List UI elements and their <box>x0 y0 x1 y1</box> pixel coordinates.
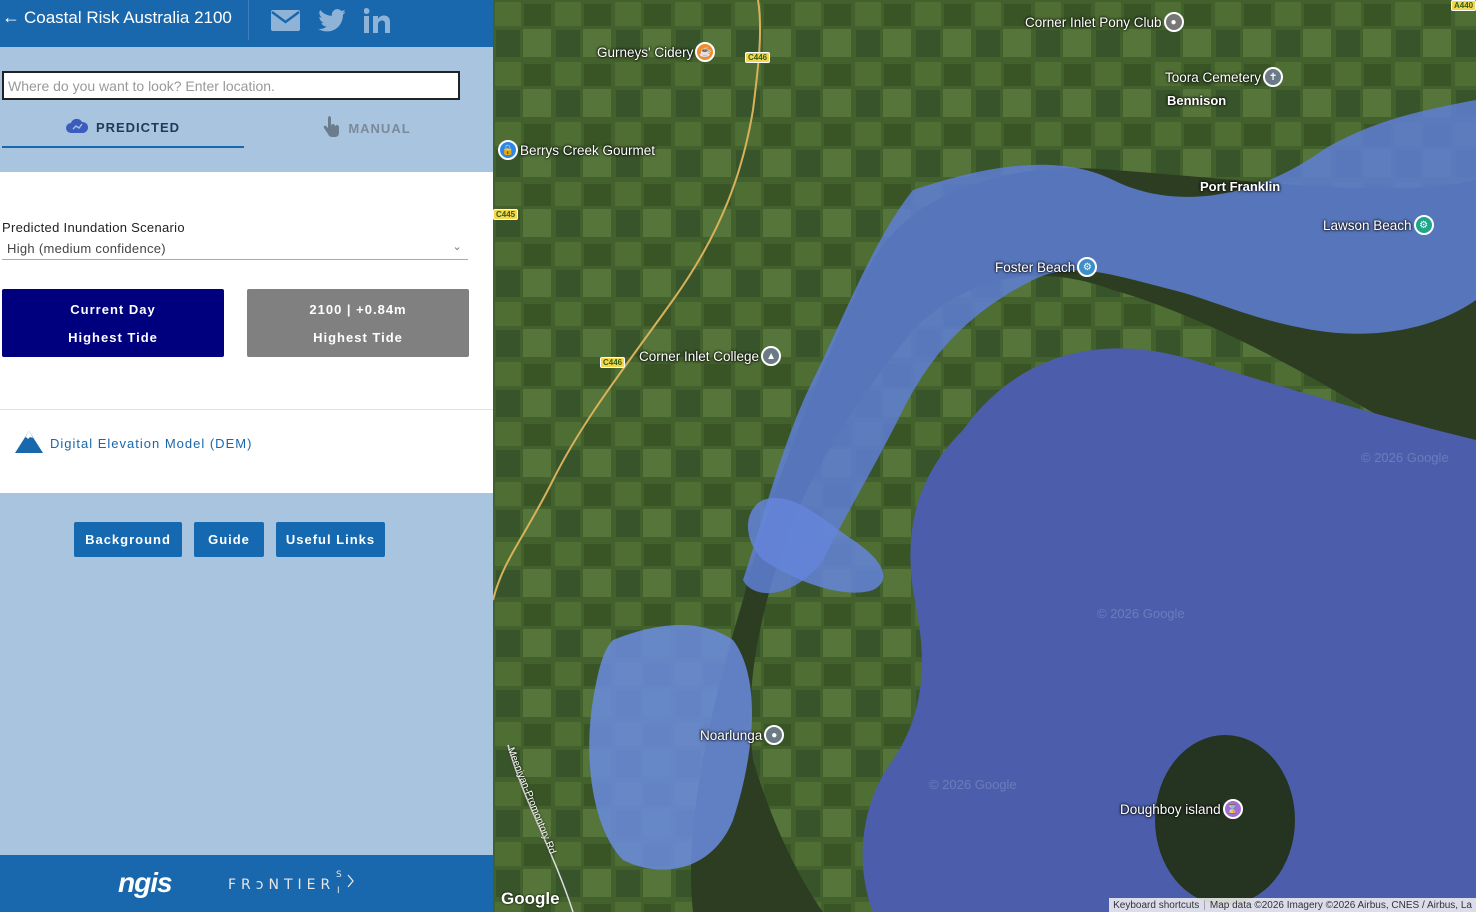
google-logo: Google <box>501 889 560 908</box>
road-shield: C446 <box>600 357 626 368</box>
place-label: Gurneys' Cidery <box>597 44 694 60</box>
twitter-icon[interactable] <box>317 7 347 33</box>
current-day-line2: Highest Tide <box>68 329 158 345</box>
ngis-logo[interactable]: ngis <box>118 867 173 899</box>
place-doughboy-island[interactable]: Doughboy island ⌛ <box>1120 799 1243 819</box>
current-day-line1: Current Day <box>70 301 156 317</box>
place-label: Corner Inlet College <box>639 348 760 364</box>
place-label: Doughboy island <box>1120 801 1221 817</box>
place-gurneys-cidery[interactable]: Gurneys' Cidery ☕ <box>597 42 716 62</box>
guide-button[interactable]: Guide <box>194 522 264 557</box>
frontier-si-mark: SI <box>336 867 358 898</box>
place-label: Toora Cemetery <box>1165 69 1262 85</box>
map-watermark: © 2026 Google <box>929 777 1017 792</box>
app-title: Coastal Risk Australia 2100 <box>24 7 232 27</box>
place-toora-cemetery[interactable]: Toora Cemetery ✝ <box>1165 67 1284 87</box>
header-divider <box>248 0 249 40</box>
pin-icon: ● <box>764 725 785 745</box>
hand-pointer-icon <box>322 115 340 141</box>
background-button[interactable]: Background <box>74 522 182 557</box>
back-arrow-icon[interactable]: ← <box>2 7 20 28</box>
useful-links-button[interactable]: Useful Links <box>276 522 385 557</box>
cider-icon: ☕ <box>695 42 716 62</box>
place-berrys-creek[interactable]: 🔒 Berrys Creek Gourmet <box>498 140 655 160</box>
place-corner-inlet-college[interactable]: Corner Inlet College ▲ <box>639 346 782 366</box>
tab-manual-label: MANUAL <box>348 120 411 136</box>
attribution-separator: | <box>1203 899 1206 911</box>
app-root: ← Coastal Risk Australia 2100 PREDICTED <box>0 0 1476 912</box>
place-label: Lawson Beach <box>1323 217 1412 233</box>
chevron-down-icon: ⌄ <box>452 241 462 253</box>
dem-label: Digital Elevation Model (DEM) <box>50 436 253 451</box>
scenario-selected-value: High (medium confidence) <box>7 241 166 256</box>
sidebar: ← Coastal Risk Australia 2100 PREDICTED <box>0 0 493 912</box>
year-2100-line2: Highest Tide <box>313 329 403 345</box>
cloud-icon <box>65 118 88 137</box>
beach-icon: ⚙ <box>1413 215 1434 235</box>
school-icon: ▲ <box>761 346 782 366</box>
envelope-icon[interactable] <box>270 7 300 33</box>
place-foster-beach[interactable]: Foster Beach ⚙ <box>995 257 1098 277</box>
place-pony-club[interactable]: Corner Inlet Pony Club ● <box>1025 12 1184 32</box>
beach-icon: ⚙ <box>1077 257 1098 277</box>
road-shield: C446 <box>745 52 771 63</box>
town-label: Port Franklin <box>1200 179 1281 194</box>
year-2100-button[interactable]: 2100 | +0.84m Highest Tide <box>247 289 469 357</box>
hourglass-icon: ⌛ <box>1222 799 1243 819</box>
location-search-input[interactable] <box>2 71 460 100</box>
keyboard-shortcuts-link[interactable]: Keyboard shortcuts <box>1113 900 1199 911</box>
tab-manual[interactable]: MANUAL <box>244 108 489 148</box>
road-shield: A440 <box>1451 0 1476 11</box>
cemetery-icon: ✝ <box>1263 67 1284 87</box>
place-lawson-beach[interactable]: Lawson Beach ⚙ <box>1323 215 1434 235</box>
scenario-panel: Predicted Inundation Scenario High (medi… <box>0 172 493 493</box>
map-watermark: © 2026 Google <box>1361 450 1449 465</box>
map-view[interactable]: © 2026 Google © 2026 Google © 2026 Googl… <box>493 0 1476 912</box>
satellite-imagery <box>493 0 1476 912</box>
frontier-si-logo[interactable]: FRɔNTIER <box>228 877 335 893</box>
scenario-select[interactable]: High (medium confidence) ⌄ <box>2 238 468 260</box>
linkedin-icon[interactable] <box>362 7 392 33</box>
svg-text:S: S <box>336 870 342 880</box>
header-bar: ← Coastal Risk Australia 2100 <box>0 0 493 47</box>
road-shield: C445 <box>493 209 519 220</box>
footer: ngis FRɔNTIER SI <box>0 855 493 912</box>
place-label: Berrys Creek Gourmet <box>520 142 656 158</box>
place-noarlunga[interactable]: Noarlunga ● <box>700 725 785 745</box>
map-watermark: © 2026 Google <box>1097 606 1185 621</box>
year-2100-line1: 2100 | +0.84m <box>309 301 407 317</box>
place-label: Foster Beach <box>995 259 1076 275</box>
tab-predicted[interactable]: PREDICTED <box>2 108 244 148</box>
town-label: Bennison <box>1167 93 1227 108</box>
current-day-button[interactable]: Current Day Highest Tide <box>2 289 224 357</box>
panel-divider <box>0 409 493 410</box>
pin-icon: ● <box>1163 12 1184 32</box>
scenario-label: Predicted Inundation Scenario <box>2 220 185 235</box>
tab-predicted-label: PREDICTED <box>95 119 181 135</box>
place-label: Noarlunga <box>700 727 763 743</box>
mountain-icon <box>14 430 44 457</box>
back-link[interactable]: ← Coastal Risk Australia 2100 <box>2 7 232 28</box>
place-label: Corner Inlet Pony Club <box>1025 14 1162 30</box>
svg-text:I: I <box>337 886 340 895</box>
map-attribution: Keyboard shortcuts | Map data ©2026 Imag… <box>1109 898 1476 912</box>
map-data-text: Map data ©2026 Imagery ©2026 Airbus, CNE… <box>1209 899 1472 911</box>
shopping-icon: 🔒 <box>498 140 518 160</box>
dem-link[interactable]: Digital Elevation Model (DEM) <box>14 430 252 457</box>
